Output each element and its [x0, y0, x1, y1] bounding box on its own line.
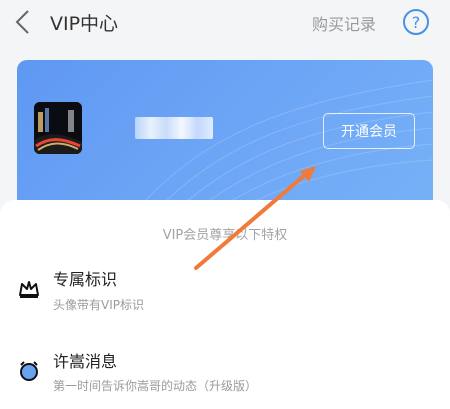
perk-title-news: 许嵩消息 — [53, 352, 118, 371]
purchase-records-link[interactable]: 购买记录 — [312, 11, 376, 35]
back-chevron-icon[interactable] — [12, 8, 34, 36]
perks-panel: VIP会员尊享以下特权 专属标识 头像带有VIP标识 许嵩消息 第一时间告诉你嵩… — [0, 200, 450, 409]
join-membership-button[interactable]: 开通会员 — [323, 113, 415, 149]
page-title: VIP中心 — [50, 13, 119, 35]
help-icon[interactable]: ? — [403, 9, 429, 35]
perk-title-badge: 专属标识 — [53, 270, 118, 289]
perk-desc-badge: 头像带有VIP标识 — [53, 298, 144, 312]
perk-desc-news: 第一时间告诉你嵩哥的动态（升级版） — [53, 379, 258, 393]
username-blurred — [135, 117, 213, 139]
crown-icon — [19, 281, 39, 298]
top-bar: VIP中心 购买记录 ? — [0, 0, 450, 44]
alarm-clock-icon — [20, 361, 38, 381]
perks-header: VIP会员尊享以下特权 — [162, 228, 288, 243]
vip-card: 开通会员 — [17, 60, 433, 210]
avatar[interactable] — [34, 102, 82, 154]
